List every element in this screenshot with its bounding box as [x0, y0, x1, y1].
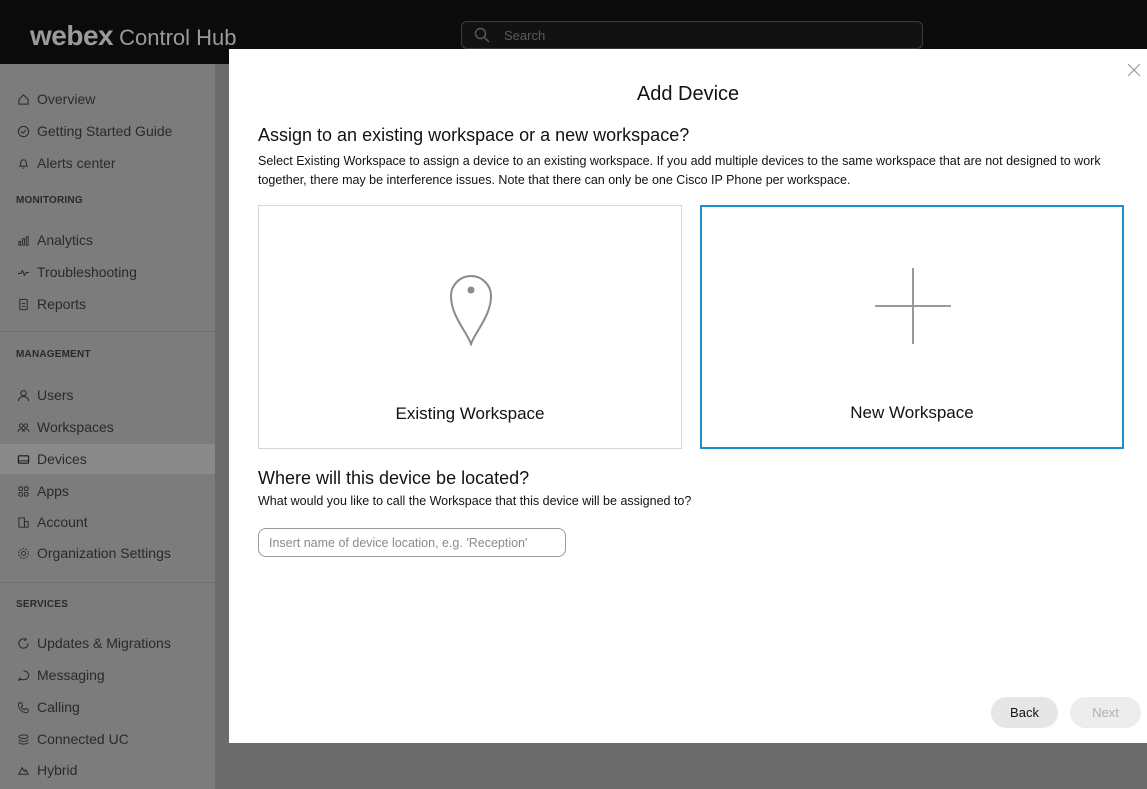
sidebar-item-account[interactable]: Account: [0, 507, 215, 537]
check-circle-icon: [16, 124, 30, 138]
location-description: What would you like to call the Workspac…: [258, 494, 692, 508]
chat-bubble-icon: [16, 668, 30, 682]
home-icon: [16, 92, 30, 106]
assign-question: Assign to an existing workspace or a new…: [258, 125, 690, 145]
sidebar-item-label: Users: [37, 387, 74, 403]
add-device-modal: Add Device Assign to an existing workspa…: [229, 49, 1147, 743]
gear-icon: [16, 546, 30, 560]
search-placeholder: Search: [504, 28, 546, 43]
apps-grid-icon: [16, 484, 30, 498]
next-button[interactable]: Next: [1070, 697, 1141, 728]
close-icon[interactable]: [1125, 61, 1143, 79]
product-name: Control Hub: [119, 25, 237, 50]
sidebar-item-alerts[interactable]: Alerts center: [0, 148, 215, 178]
document-icon: [16, 297, 30, 311]
sidebar: Overview Getting Started Guide Alerts ce…: [0, 64, 215, 789]
section-monitoring: MONITORING: [16, 195, 83, 206]
sidebar-item-connected-uc[interactable]: Connected UC: [0, 724, 215, 754]
sidebar-item-label: Devices: [37, 451, 87, 467]
sidebar-item-label: Messaging: [37, 667, 105, 683]
location-question: Where will this device be located?: [258, 468, 530, 488]
sidebar-item-workspaces[interactable]: Workspaces: [0, 412, 215, 442]
sidebar-item-label: Account: [37, 514, 88, 530]
sidebar-item-analytics[interactable]: Analytics: [0, 225, 215, 255]
building-icon: [16, 515, 30, 529]
modal-title: Add Device: [636, 83, 740, 105]
new-workspace-option[interactable]: New Workspace: [700, 205, 1124, 449]
sidebar-item-label: Analytics: [37, 232, 94, 248]
search-input[interactable]: Search: [461, 21, 923, 49]
user-icon: [16, 388, 30, 402]
sidebar-item-label: Calling: [37, 699, 80, 715]
refresh-icon: [16, 636, 30, 650]
sidebar-item-label: Troubleshooting: [37, 264, 137, 280]
sidebar-item-messaging[interactable]: Messaging: [0, 660, 215, 690]
sidebar-item-organization-settings[interactable]: Organization Settings: [0, 538, 215, 568]
sidebar-item-overview[interactable]: Overview: [0, 84, 215, 114]
sidebar-item-troubleshooting[interactable]: Troubleshooting: [0, 257, 215, 287]
assign-description: Select Existing Workspace to assign a de…: [258, 154, 1101, 187]
sidebar-item-label: Organization Settings: [37, 545, 171, 561]
sidebar-item-label: Reports: [37, 296, 87, 312]
device-location-input[interactable]: [258, 528, 566, 557]
existing-workspace-label: Existing Workspace: [395, 404, 545, 423]
sidebar-item-label: Hybrid: [37, 762, 78, 778]
sidebar-item-label: Alerts center: [37, 155, 116, 171]
sidebar-divider: [0, 331, 215, 332]
cloud-icon: [16, 763, 30, 777]
sidebar-item-reports[interactable]: Reports: [0, 289, 215, 319]
location-pin-icon: [449, 275, 493, 346]
back-button[interactable]: Back: [991, 697, 1058, 728]
new-workspace-label: New Workspace: [850, 403, 974, 422]
phone-icon: [16, 700, 30, 714]
sidebar-item-label: Updates & Migrations: [37, 635, 171, 651]
sidebar-item-hybrid[interactable]: Hybrid: [0, 755, 215, 785]
sidebar-item-users[interactable]: Users: [0, 380, 215, 410]
sidebar-item-updates-migrations[interactable]: Updates & Migrations: [0, 628, 215, 658]
bar-chart-icon: [16, 233, 30, 247]
logo-text: webex: [30, 20, 114, 51]
section-services: SERVICES: [16, 599, 68, 610]
sidebar-item-label: Connected UC: [37, 731, 129, 747]
bell-icon: [16, 156, 30, 170]
plus-icon: [875, 268, 951, 344]
sidebar-item-label: Getting Started Guide: [37, 123, 173, 139]
sidebar-item-label: Apps: [37, 483, 69, 499]
sidebar-item-apps[interactable]: Apps: [0, 476, 215, 506]
section-management: MANAGEMENT: [16, 349, 91, 360]
sidebar-item-devices[interactable]: Devices: [0, 444, 215, 474]
people-icon: [16, 420, 30, 434]
stack-icon: [16, 732, 30, 746]
existing-workspace-option[interactable]: Existing Workspace: [258, 205, 682, 449]
sidebar-item-calling[interactable]: Calling: [0, 692, 215, 722]
device-icon: [16, 452, 30, 466]
sidebar-item-getting-started[interactable]: Getting Started Guide: [0, 116, 215, 146]
sidebar-divider: [0, 582, 215, 583]
search-icon: [474, 27, 490, 43]
sidebar-item-label: Workspaces: [37, 419, 114, 435]
webex-logo[interactable]: webex Control Hub: [30, 20, 237, 52]
sidebar-item-label: Overview: [37, 91, 96, 107]
pulse-icon: [16, 265, 30, 279]
